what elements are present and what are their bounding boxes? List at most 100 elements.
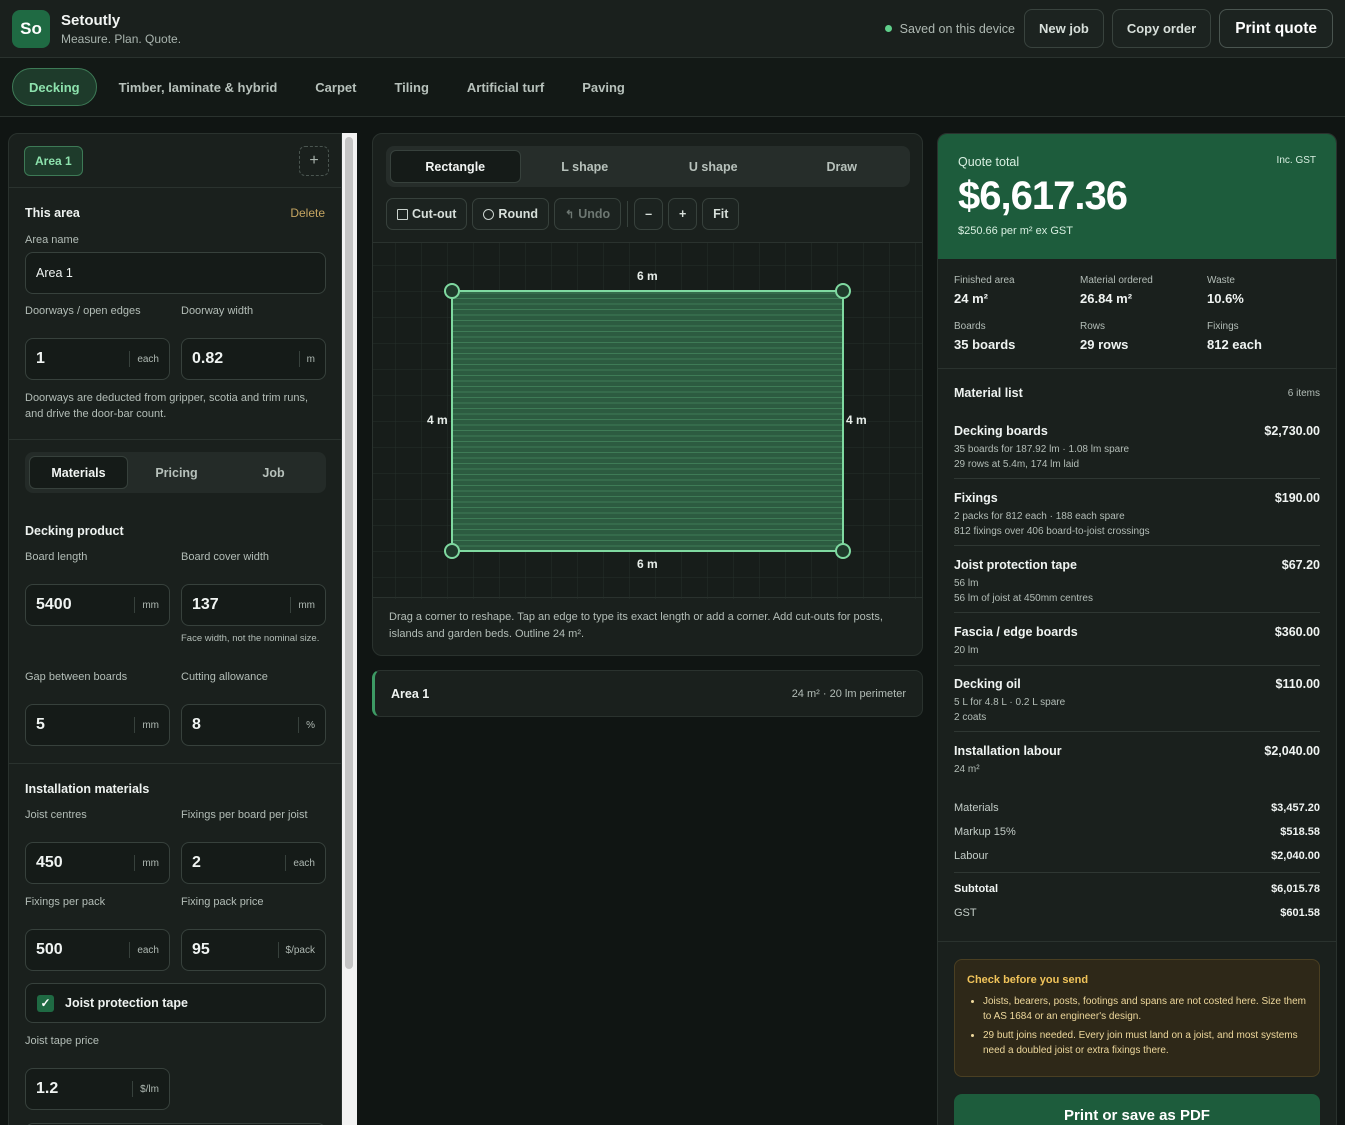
cover-note: Face width, not the nominal size. (181, 633, 320, 644)
area-bar: Area 1 + (9, 134, 341, 188)
stat-key: Rows (1080, 321, 1106, 332)
area-name-input[interactable]: Area 1 (25, 252, 326, 294)
item-price: $190.00 (1274, 491, 1320, 505)
canvas-panel: Rectangle L shape U shape Draw Cut-out R… (372, 133, 923, 656)
item-detail-2: 56 lm of joist at 450mm centres (954, 593, 1093, 604)
zoom-in-button[interactable]: + (668, 198, 698, 230)
doorways-unit: each (129, 351, 159, 367)
panel-subtabs: Materials Pricing Job (25, 452, 326, 493)
total-label: Materials (954, 802, 999, 814)
dim-top[interactable]: 6 m (637, 269, 658, 283)
total-label: Markup 15% (954, 826, 1016, 838)
tab-paving[interactable]: Paving (566, 68, 641, 106)
joist-input[interactable]: 450 mm (25, 842, 170, 884)
dim-bottom[interactable]: 6 m (637, 557, 658, 571)
gap-input[interactable]: 5 mm (25, 704, 170, 746)
cover-width-label: Board cover width (181, 551, 270, 563)
cutting-unit: % (298, 717, 315, 733)
undo-label: Undo (578, 207, 611, 221)
this-area-heading: This area (25, 206, 80, 220)
stat-key: Fixings (1207, 321, 1239, 332)
area-name-label: Area name (25, 234, 79, 246)
stat-value: 29 rows (1080, 337, 1129, 352)
doorways-input[interactable]: 1 each (25, 338, 170, 380)
cutout-label: Cut-out (412, 207, 457, 221)
print-pdf-button[interactable]: Print or save as PDF (954, 1094, 1320, 1125)
cutting-input[interactable]: 8% (181, 704, 326, 746)
pack-price-unit: $/pack (277, 942, 315, 958)
cover-width-input[interactable]: 137 mm (181, 584, 326, 626)
fixings-pack-value: 500 (36, 941, 63, 958)
dim-left[interactable]: 4 m (427, 413, 448, 427)
doorway-width-input[interactable]: 0.82 m (181, 338, 326, 380)
undo-button[interactable]: ↰ Undo (554, 198, 622, 230)
corner-handle-bl[interactable] (444, 543, 460, 559)
total-labour: Labour $2,040.00 (954, 850, 1320, 862)
subtab-pricing[interactable]: Pricing (128, 456, 225, 489)
fixings-per-value: 2 (192, 854, 201, 871)
item-name: Fixings (954, 491, 998, 505)
logo: So (12, 9, 50, 48)
cutout-button[interactable]: Cut-out (386, 198, 468, 230)
total-label: Labour (954, 850, 989, 862)
add-area-button[interactable]: + (299, 145, 329, 176)
item-detail-1: 2 packs for 812 each · 188 each spare (954, 511, 1125, 522)
zoom-out-button[interactable]: – (634, 198, 664, 230)
fixings-pack-input[interactable]: 500 each (25, 929, 170, 971)
corner-handle-br[interactable] (835, 543, 851, 559)
scrollbar-thumb[interactable] (345, 137, 353, 969)
subtab-materials[interactable]: Materials (29, 456, 128, 489)
print-quote-button[interactable]: Print quote (1219, 9, 1333, 48)
item-detail: 56 lm 56 lm of joist at 450mm centres (954, 576, 1320, 606)
stat-value: 35 boards (954, 337, 1016, 352)
quote-total-label: Quote total (958, 155, 1020, 169)
total-materials: Materials $3,457.20 (954, 802, 1320, 814)
fixings-per-input[interactable]: 2 each (181, 842, 326, 884)
total-markup: Markup 15% $518.58 (954, 826, 1320, 838)
subtab-job[interactable]: Job (225, 456, 322, 489)
corner-handle-tl[interactable] (444, 283, 460, 299)
gap-value: 5 (36, 716, 45, 733)
delete-area-link[interactable]: Delete (290, 206, 325, 220)
area-chip[interactable]: Area 1 (24, 145, 83, 176)
stat-boards: Boards 35 boards (954, 321, 1015, 352)
total-value: $2,040.00 (1271, 850, 1320, 862)
tab-carpet[interactable]: Carpet (299, 68, 372, 106)
tab-decking[interactable]: Decking (12, 68, 97, 106)
tab-artificial-turf[interactable]: Artificial turf (451, 68, 560, 106)
tape-price-input[interactable]: 1.2 $/lm (25, 1068, 170, 1110)
item-detail: 24 m² (954, 764, 980, 775)
dim-right[interactable]: 4 m (846, 413, 867, 427)
corner-handle-tr[interactable] (835, 283, 851, 299)
item-detail-2: 812 fixings over 406 board-to-joist cros… (954, 526, 1150, 537)
tab-tiling[interactable]: Tiling (378, 68, 444, 106)
tab-timber[interactable]: Timber, laminate & hybrid (103, 68, 294, 106)
cutting-value: 8 (192, 716, 201, 733)
pack-price-input[interactable]: 95 $/pack (181, 929, 326, 971)
canvas-hint: Drag a corner to reshape. Tap an edge to… (389, 611, 883, 640)
round-button[interactable]: Round (472, 198, 549, 230)
shape-u[interactable]: U shape (649, 150, 778, 183)
new-job-button[interactable]: New job (1024, 9, 1104, 48)
doorway-width-label: Doorway width (181, 305, 254, 317)
joist-tape-checkbox[interactable]: ✓ Joist protection tape (25, 983, 326, 1023)
saved-text: Saved on this device (899, 21, 1015, 36)
fit-button[interactable]: Fit (702, 198, 740, 230)
drawing-canvas[interactable]: 6 m 6 m 4 m 4 m (373, 242, 922, 599)
tool-divider (627, 201, 629, 227)
shape-l[interactable]: L shape (521, 150, 650, 183)
copy-order-button[interactable]: Copy order (1111, 9, 1212, 48)
gap-label: Gap between boards (25, 671, 128, 683)
shape-draw[interactable]: Draw (778, 150, 907, 183)
area-list-row[interactable]: Area 1 24 m² · 20 lm perimeter (372, 670, 923, 717)
shape-rectangle[interactable]: Rectangle (390, 150, 521, 183)
deck-outline[interactable] (451, 290, 844, 552)
app: So Setoutly Measure. Plan. Quote. Saved … (0, 0, 1345, 1125)
board-length-input[interactable]: 5400 mm (25, 584, 170, 626)
materials-section: Materials Pricing Job Decking product Bo… (9, 440, 341, 764)
item-fixings: Fixings $190.00 2 packs for 812 each · 1… (954, 491, 1320, 546)
item-detail: 35 boards for 187.92 lm · 1.08 lm spare 2… (954, 442, 1320, 472)
item-detail: 20 lm (954, 645, 979, 656)
item-labour: Installation labour $2,040.00 24 m² (954, 744, 1320, 784)
item-detail: 5 L for 4.8 L · 0.2 L spare 2 coats (954, 695, 1320, 725)
